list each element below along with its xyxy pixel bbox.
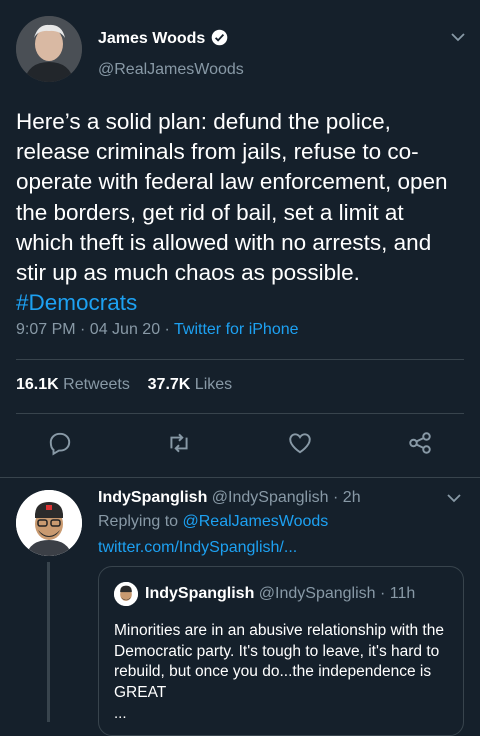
chevron-down-icon[interactable] bbox=[450, 29, 466, 45]
reply-author-name[interactable]: IndySpanglish bbox=[98, 489, 207, 506]
tweet-actions bbox=[0, 430, 480, 460]
reply-author-handle[interactable]: @IndySpanglish bbox=[212, 489, 329, 506]
author-name[interactable]: James Woods bbox=[98, 29, 228, 48]
quote-ellipsis: ... bbox=[114, 705, 127, 722]
reply-url-link[interactable]: twitter.com/IndySpanglish/... bbox=[98, 539, 297, 557]
quote-author-handle: @IndySpanglish bbox=[258, 585, 376, 602]
like-icon[interactable] bbox=[287, 430, 313, 456]
likes-stat[interactable]: 37.7K Likes bbox=[148, 376, 233, 393]
divider bbox=[16, 413, 464, 414]
author-avatar[interactable] bbox=[16, 16, 82, 82]
quote-author-name: IndySpanglish bbox=[145, 585, 255, 602]
retweet-icon[interactable] bbox=[166, 430, 192, 456]
divider bbox=[16, 359, 464, 360]
reply-icon[interactable] bbox=[47, 430, 73, 456]
hashtag-link[interactable]: #Democrats bbox=[16, 290, 137, 315]
verified-icon bbox=[212, 29, 228, 46]
replying-to-link[interactable]: @RealJamesWoods bbox=[183, 513, 329, 530]
reply-time: · 2h bbox=[333, 489, 361, 506]
quote-author-avatar bbox=[114, 582, 138, 606]
tweet-text: Here’s a solid plan: defund the police, … bbox=[16, 109, 448, 316]
retweets-stat[interactable]: 16.1K Retweets bbox=[16, 376, 130, 393]
tweet-source-link[interactable]: Twitter for iPhone bbox=[174, 321, 299, 338]
thread-line bbox=[47, 562, 50, 722]
reply-author-avatar[interactable] bbox=[16, 490, 82, 556]
chevron-down-icon[interactable] bbox=[446, 490, 462, 506]
quote-time: · 11h bbox=[380, 585, 416, 602]
quote-header: IndySpanglish @IndySpanglish · 11h bbox=[145, 585, 415, 603]
tweet-stats: 16.1K Retweets 37.7K Likes bbox=[16, 376, 232, 394]
divider bbox=[0, 477, 480, 478]
author-handle[interactable]: @RealJamesWoods bbox=[98, 61, 244, 79]
tweet-timestamp: 9:07 PM · 04 Jun 20 · Twitter for iPhone bbox=[16, 321, 299, 338]
replying-to: Replying to @RealJamesWoods bbox=[98, 513, 329, 530]
quote-text: Minorities are in an abusive relationshi… bbox=[114, 622, 444, 701]
reply-header: IndySpanglish @IndySpanglish · 2h bbox=[98, 489, 361, 507]
share-icon[interactable] bbox=[407, 430, 433, 456]
quoted-tweet[interactable]: IndySpanglish @IndySpanglish · 11h Minor… bbox=[98, 566, 464, 736]
